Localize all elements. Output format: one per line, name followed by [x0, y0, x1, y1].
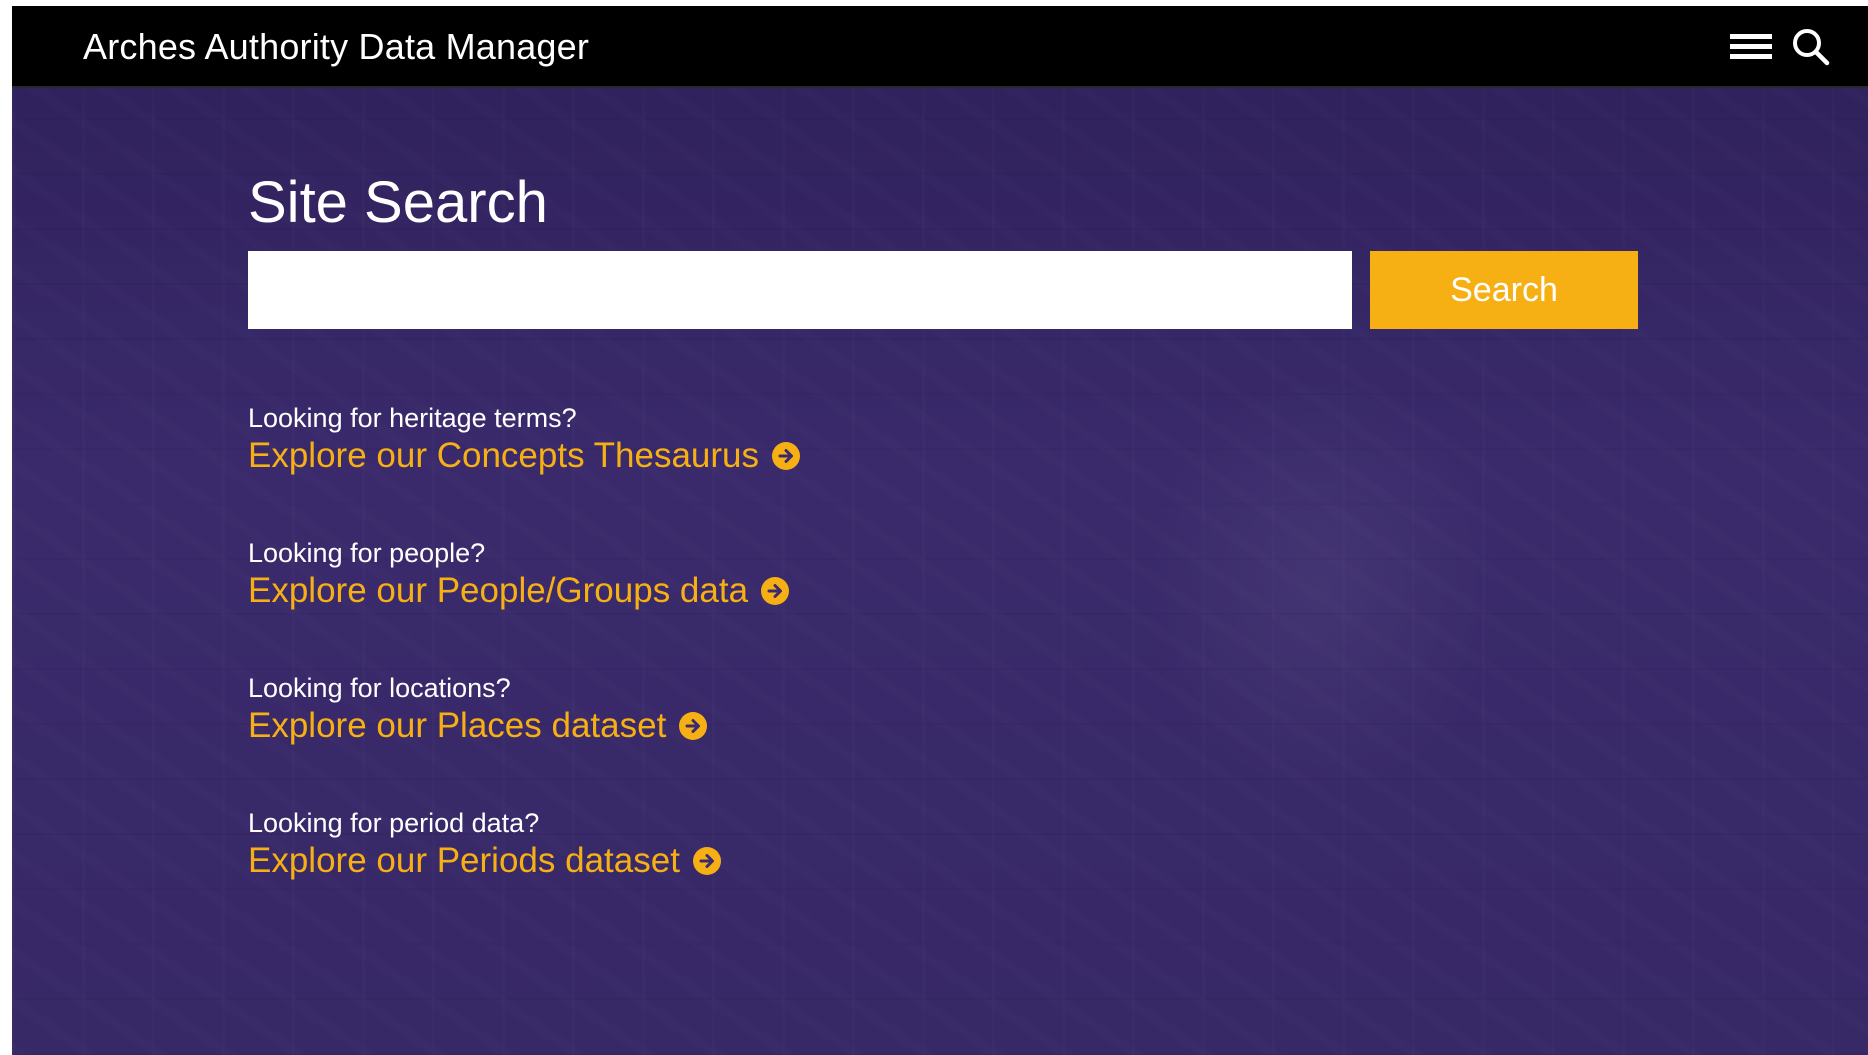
explore-concepts-link[interactable]: Explore our Concepts Thesaurus [248, 436, 801, 476]
explore-concepts-label: Explore our Concepts Thesaurus [248, 436, 760, 475]
period-question: Looking for period data? [248, 808, 540, 838]
top-navbar: Arches Authority Data Manager [12, 6, 1868, 88]
explore-periods-label: Explore our Periods dataset [248, 841, 680, 880]
explore-places-block: Looking for locations? Explore our Place… [248, 673, 708, 746]
explore-people-block: Looking for people? Explore our People/G… [248, 538, 790, 611]
explore-places-link[interactable]: Explore our Places dataset [248, 706, 708, 746]
explore-periods-link[interactable]: Explore our Periods dataset [248, 841, 722, 881]
hamburger-menu-icon[interactable] [1730, 34, 1772, 62]
search-icon[interactable] [1790, 26, 1830, 66]
explore-people-label: Explore our People/Groups data [248, 571, 749, 610]
explore-periods-block: Looking for period data? Explore our Per… [248, 808, 722, 881]
explore-people-link[interactable]: Explore our People/Groups data [248, 571, 790, 611]
people-question: Looking for people? [248, 538, 486, 568]
circle-arrow-right-icon [679, 712, 708, 740]
circle-arrow-right-icon [692, 847, 721, 875]
explore-places-label: Explore our Places dataset [248, 706, 667, 745]
hero-section: Site Search Search Looking for heritage … [12, 86, 1868, 1055]
page-title: Site Search [248, 170, 548, 235]
site-brand[interactable]: Arches Authority Data Manager [83, 26, 589, 68]
explore-concepts-block: Looking for heritage terms? Explore our … [248, 403, 801, 476]
search-input[interactable] [248, 251, 1352, 329]
app-window: Arches Authority Data Manager Site Searc… [12, 6, 1868, 1055]
locations-question: Looking for locations? [248, 673, 511, 703]
circle-arrow-right-icon [761, 577, 790, 605]
search-button[interactable]: Search [1370, 251, 1638, 329]
heritage-terms-question: Looking for heritage terms? [248, 403, 577, 433]
circle-arrow-right-icon [772, 442, 801, 470]
